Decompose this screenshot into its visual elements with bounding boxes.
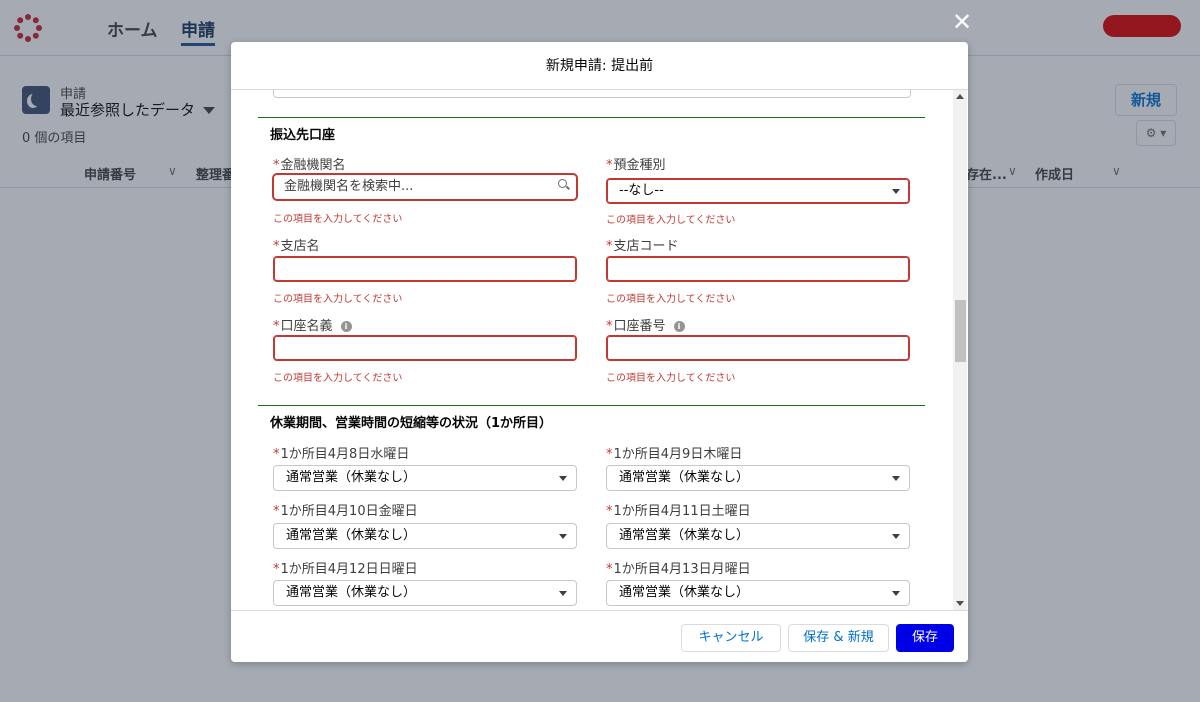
closure-day-label: *1か所目4月8日水曜日 <box>273 443 409 462</box>
branch-code-label: *支店コード <box>606 235 679 254</box>
closure-day-value: 通常営業（休業なし） <box>619 470 750 485</box>
closure-day-label-text: 1か所目4月13日月曜日 <box>613 562 751 577</box>
closure-day-label: *1か所目4月10日金曜日 <box>273 500 418 519</box>
info-icon[interactable]: i <box>340 321 352 332</box>
required-indicator: * <box>606 239 613 254</box>
bank-name-placeholder: 金融機関名を検索中... <box>284 179 414 194</box>
caret-down-icon <box>892 591 900 596</box>
scroll-down-arrow-icon[interactable] <box>956 601 964 606</box>
required-indicator: * <box>606 447 613 462</box>
closure-day-value: 通常営業（休業なし） <box>286 585 417 600</box>
bank-name-error: この項目を入力してください <box>273 214 403 225</box>
account-holder-label-text: 口座名義 <box>280 319 333 334</box>
bank-name-label-text: 金融機関名 <box>280 158 346 173</box>
required-indicator: * <box>273 239 280 254</box>
closure-day-label-text: 1か所目4月10日金曜日 <box>280 504 418 519</box>
required-indicator: * <box>273 562 280 577</box>
closure-day-label-text: 1か所目4月12日日曜日 <box>280 562 418 577</box>
closure-day-select[interactable]: 通常営業（休業なし） <box>606 580 910 606</box>
deposit-type-value: --なし-- <box>619 183 664 198</box>
modal-scrollbar[interactable] <box>953 90 967 610</box>
save-and-new-button[interactable]: 保存 & 新規 <box>788 624 889 652</box>
account-number-label: *口座番号 i <box>606 315 685 334</box>
cancel-button[interactable]: キャンセル <box>681 624 781 652</box>
account-holder-label: *口座名義 i <box>273 315 352 334</box>
closure-day-label: *1か所目4月9日木曜日 <box>606 443 742 462</box>
new-application-modal: 新規申請: 提出前 振込先口座 *金融機関名 金融機関名を検索中... この項目… <box>231 42 968 662</box>
branch-code-error: この項目を入力してください <box>606 294 736 305</box>
required-indicator: * <box>273 504 280 519</box>
closure-day-label: *1か所目4月11日土曜日 <box>606 500 751 519</box>
closure-day-label-text: 1か所目4月9日木曜日 <box>613 447 743 462</box>
required-indicator: * <box>606 504 613 519</box>
deposit-type-select[interactable]: --なし-- <box>606 178 910 204</box>
close-icon[interactable]: ✕ <box>950 10 974 34</box>
branch-name-label-text: 支店名 <box>280 239 320 254</box>
deposit-type-label-text: 預金種別 <box>613 158 666 173</box>
closure-day-label: *1か所目4月13日月曜日 <box>606 558 751 577</box>
required-indicator: * <box>606 562 613 577</box>
section-title-bank-account: 振込先口座 <box>258 117 925 143</box>
bank-name-search-input[interactable]: 金融機関名を検索中... <box>273 174 577 200</box>
caret-down-icon <box>559 534 567 539</box>
closure-day-value: 通常営業（休業なし） <box>619 528 750 543</box>
branch-name-label: *支店名 <box>273 235 320 254</box>
required-indicator: * <box>606 158 613 173</box>
closure-day-label-text: 1か所目4月11日土曜日 <box>613 504 751 519</box>
caret-down-icon <box>892 534 900 539</box>
save-button[interactable]: 保存 <box>896 624 954 652</box>
required-indicator: * <box>606 319 613 334</box>
bank-name-label: *金融機関名 <box>273 154 346 173</box>
account-holder-error: この項目を入力してください <box>273 373 403 384</box>
closure-day-select[interactable]: 通常営業（休業なし） <box>273 523 577 549</box>
branch-code-input[interactable] <box>606 256 910 282</box>
branch-name-error: この項目を入力してください <box>273 294 403 305</box>
required-indicator: * <box>273 158 280 173</box>
closure-day-label-text: 1か所目4月8日水曜日 <box>280 447 410 462</box>
deposit-type-error: この項目を入力してください <box>606 215 736 226</box>
search-icon <box>558 179 567 188</box>
closure-day-value: 通常営業（休業なし） <box>286 528 417 543</box>
modal-body[interactable]: 振込先口座 *金融機関名 金融機関名を検索中... この項目を入力してください … <box>231 90 968 610</box>
account-number-label-text: 口座番号 <box>613 319 666 334</box>
section-title-closure-status: 休業期間、営業時間の短縮等の状況（1か所目） <box>258 405 925 431</box>
required-indicator: * <box>273 447 280 462</box>
caret-down-icon <box>892 476 900 481</box>
closure-day-value: 通常営業（休業なし） <box>619 585 750 600</box>
closure-day-select[interactable]: 通常営業（休業なし） <box>606 523 910 549</box>
account-holder-input[interactable] <box>273 335 577 361</box>
scrollbar-thumb[interactable] <box>955 300 966 362</box>
closure-day-value: 通常営業（休業なし） <box>286 470 417 485</box>
closure-day-select[interactable]: 通常営業（休業なし） <box>273 465 577 491</box>
branch-name-input[interactable] <box>273 256 577 282</box>
info-icon[interactable]: i <box>673 321 685 332</box>
account-number-input[interactable] <box>606 335 910 361</box>
closure-day-label: *1か所目4月12日日曜日 <box>273 558 418 577</box>
branch-code-label-text: 支店コード <box>613 239 679 254</box>
caret-down-icon <box>559 591 567 596</box>
caret-down-icon <box>892 189 900 194</box>
required-indicator: * <box>273 319 280 334</box>
modal-footer: キャンセル 保存 & 新規 保存 <box>231 610 968 662</box>
previous-field-input[interactable] <box>273 90 911 98</box>
closure-day-select[interactable]: 通常営業（休業なし） <box>273 580 577 606</box>
account-number-error: この項目を入力してください <box>606 373 736 384</box>
caret-down-icon <box>559 476 567 481</box>
closure-day-select[interactable]: 通常営業（休業なし） <box>606 465 910 491</box>
deposit-type-label: *預金種別 <box>606 154 666 173</box>
scroll-up-arrow-icon[interactable] <box>956 94 964 99</box>
modal-title: 新規申請: 提出前 <box>231 42 968 90</box>
